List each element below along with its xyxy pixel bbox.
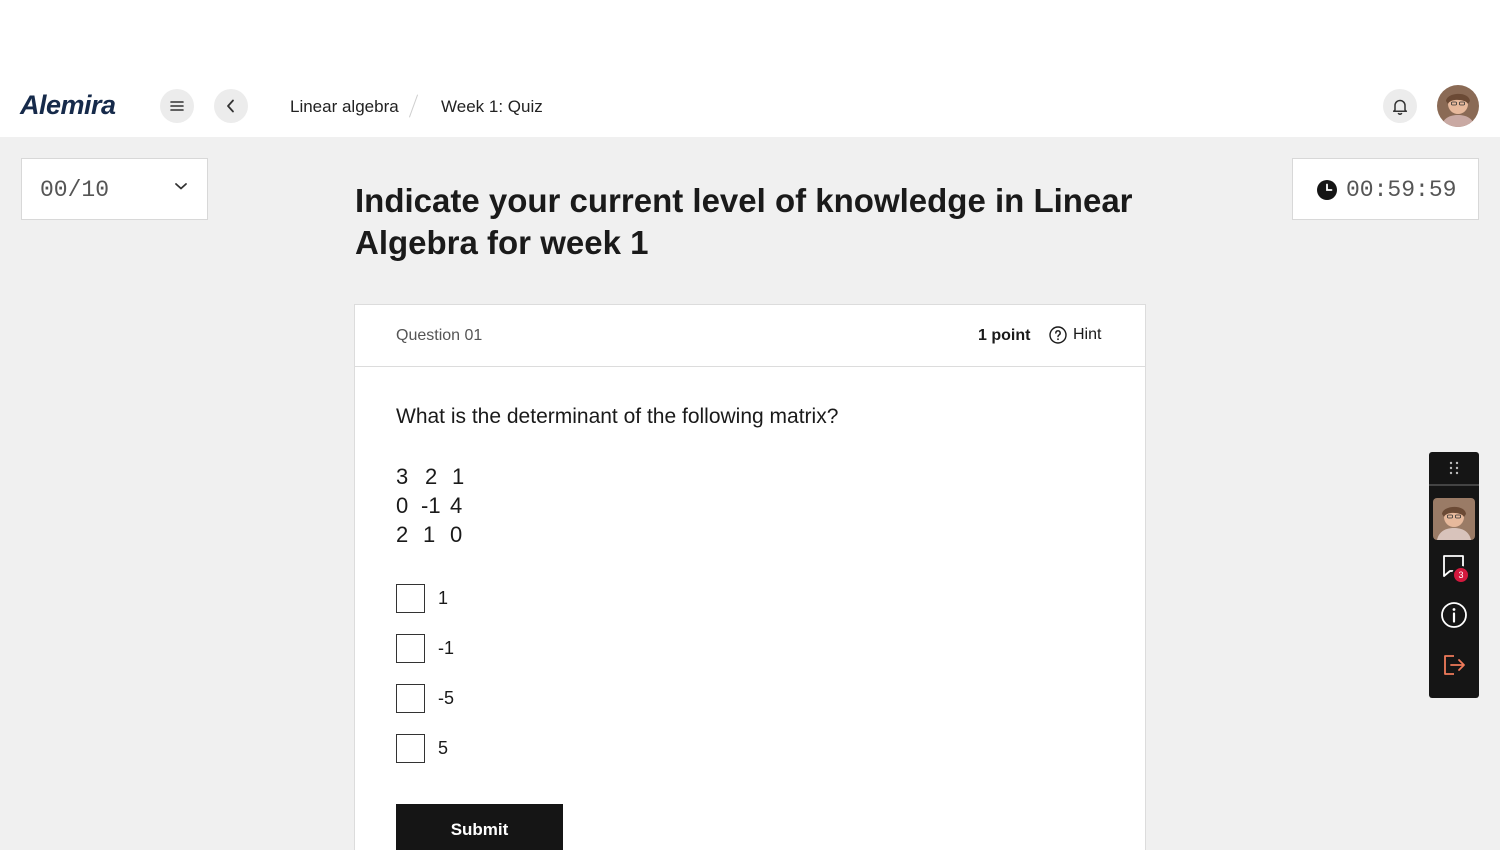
answer-option[interactable]: 5: [396, 734, 448, 763]
answer-option[interactable]: -1: [396, 634, 454, 663]
matrix-cell: 2: [425, 464, 438, 489]
question-number: Question 01: [396, 327, 483, 344]
info-icon[interactable]: [1440, 601, 1468, 629]
question-text: What is the determinant of the following…: [396, 405, 839, 428]
answer-option[interactable]: -5: [396, 684, 454, 713]
chevron-left-icon: [227, 99, 234, 113]
matrix-cell: 2: [396, 522, 409, 547]
answer-label: 1: [438, 588, 449, 608]
matrix-cell: 1: [452, 464, 465, 489]
matrix-cell: -1: [421, 493, 441, 518]
menu-button[interactable]: [160, 89, 194, 123]
question-progress-value: 00/10: [40, 177, 110, 203]
answer-label: -5: [438, 688, 455, 708]
matrix-cell: 0: [396, 493, 409, 518]
hamburger-icon: [170, 101, 184, 111]
matrix-cell: 0: [450, 522, 463, 547]
breadcrumb-current-page: Week 1: Quiz: [441, 97, 543, 116]
chevron-down-icon: [175, 183, 187, 190]
user-avatar[interactable]: [1437, 85, 1479, 127]
matrix-row: 0 -1 4: [396, 491, 464, 520]
clock-icon: [1317, 180, 1337, 200]
matrix-row: 321: [396, 462, 464, 491]
back-button[interactable]: [214, 89, 248, 123]
breadcrumb-separator: [408, 94, 419, 118]
quiz-title: Indicate your current level of knowledge…: [355, 182, 1133, 261]
matrix: 321 0 -1 4 210: [396, 462, 464, 549]
answer-label: 5: [438, 738, 449, 758]
answer-label: -1: [438, 638, 455, 658]
proctor-avatar[interactable]: [1433, 498, 1475, 540]
matrix-cell: 4: [450, 493, 463, 518]
chat-unread-badge: 3: [1452, 566, 1470, 584]
matrix-row: 210: [396, 520, 464, 549]
submit-button[interactable]: Submit: [396, 804, 563, 850]
bell-icon: [1392, 99, 1408, 115]
timer-value: 00:59:59: [1346, 177, 1457, 203]
question-card: Question 01 1 point Hint What is the det…: [354, 304, 1146, 850]
app-header: Alemira Linear algebra Week 1: Quiz: [0, 76, 1500, 137]
matrix-cell: 1: [423, 522, 436, 547]
top-blank-area: [0, 0, 1500, 76]
answer-checkbox[interactable]: [396, 734, 425, 763]
floating-side-panel: 3: [1429, 452, 1479, 698]
question-points: 1 point: [978, 327, 1031, 344]
breadcrumb-course[interactable]: Linear algebra: [290, 97, 399, 117]
answer-option[interactable]: 1: [396, 584, 448, 613]
hint-button[interactable]: Hint: [1049, 326, 1101, 344]
hint-label: Hint: [1073, 326, 1102, 343]
answer-checkbox[interactable]: [396, 634, 425, 663]
panel-divider: [1429, 484, 1479, 486]
alemira-logo[interactable]: Alemira: [20, 90, 116, 121]
matrix-cell: 3: [396, 464, 409, 489]
notifications-button[interactable]: [1383, 89, 1417, 123]
answer-checkbox[interactable]: [396, 584, 425, 613]
answer-checkbox[interactable]: [396, 684, 425, 713]
question-card-header: Question 01 1 point Hint: [355, 305, 1145, 367]
exit-icon[interactable]: [1441, 652, 1467, 678]
quiz-timer: 00:59:59: [1292, 158, 1479, 220]
drag-handle-icon[interactable]: [1447, 461, 1461, 475]
question-progress-dropdown[interactable]: 00/10: [21, 158, 208, 220]
question-circle-icon: [1049, 326, 1067, 344]
